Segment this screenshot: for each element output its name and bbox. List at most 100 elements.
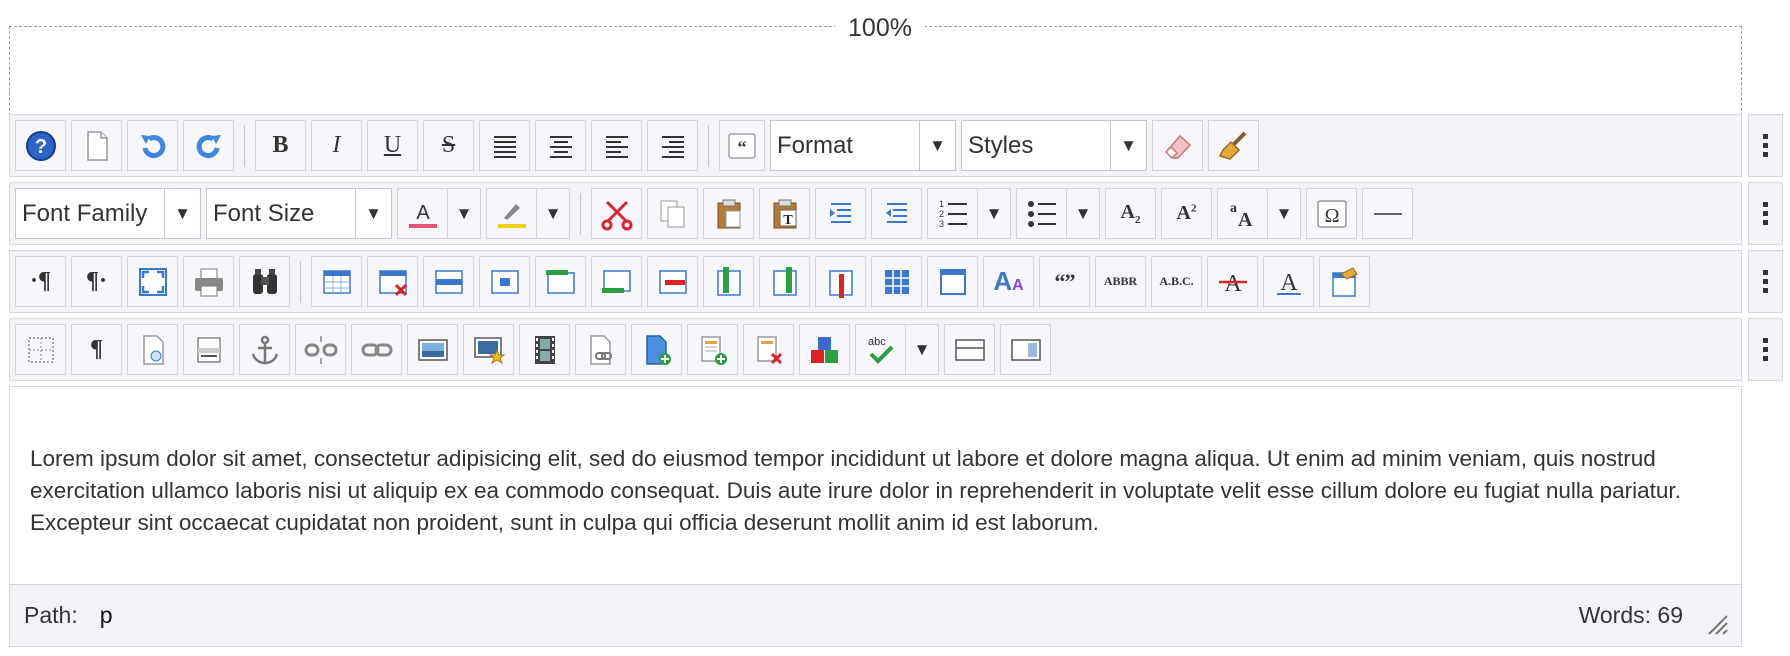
chevron-down-icon[interactable]: ▼ [905,325,938,374]
image-manager-icon [473,336,505,364]
toolbar-2-more-button[interactable] [1748,182,1783,245]
insert-file-button[interactable] [631,324,682,375]
redo-button[interactable] [183,120,234,171]
cut-button[interactable] [591,188,642,239]
path-element[interactable]: p [100,602,113,629]
rtl-button[interactable]: ¶· [71,256,122,307]
toolbar-1-more-button[interactable] [1748,114,1783,177]
sidebar-view-button[interactable] [1000,324,1051,375]
insert-row-after-button[interactable] [591,256,642,307]
highlight-color-button[interactable]: ▼ [486,188,570,239]
italic-button[interactable]: I [311,120,362,171]
link-button[interactable] [351,324,402,375]
paste-text-button[interactable]: T [759,188,810,239]
blockquote-button[interactable]: “ [719,120,765,171]
image-manager-button[interactable] [463,324,514,375]
chevron-down-icon[interactable]: ▼ [1267,189,1300,238]
chevron-down-icon[interactable]: ▼ [977,189,1010,238]
new-document-button[interactable] [71,120,122,171]
row-properties-button[interactable] [423,256,474,307]
undo-icon [140,134,165,158]
resize-handle-icon[interactable] [1705,612,1729,636]
acronym-button[interactable]: A.B.C. [1151,256,1202,307]
indent-button[interactable] [815,188,866,239]
ltr-button[interactable]: ·¶ [15,256,66,307]
undo-button[interactable] [127,120,178,171]
sidebar-icon [1010,338,1041,361]
delete-column-button[interactable] [815,256,866,307]
numbered-list-button[interactable]: 1 2 3 ▼ [927,188,1011,239]
insert-column-after-button[interactable] [759,256,810,307]
cleanup-button[interactable] [1208,120,1259,171]
cite-button[interactable]: “” [1039,256,1090,307]
styles-props-button[interactable]: AA [983,256,1034,307]
font-family-dropdown[interactable]: Font Family ▼ [15,188,201,239]
delete-row-button[interactable] [647,256,698,307]
split-cells-button[interactable] [871,256,922,307]
editor-content[interactable]: Lorem ipsum dolor sit amet, consectetur … [9,386,1742,584]
word-count: Words: 69 [1578,602,1683,628]
attributes-button[interactable] [1319,256,1370,307]
align-justify-button[interactable] [479,120,530,171]
deletion-button[interactable]: A [1207,256,1258,307]
merge-cells-button[interactable] [927,256,978,307]
case-change-button[interactable]: a A ▼ [1217,188,1301,239]
visual-aid-button[interactable] [15,324,66,375]
align-left-button[interactable] [591,120,642,171]
widgets-button[interactable] [799,324,850,375]
page-break-button[interactable] [183,324,234,375]
show-blocks-button[interactable]: ¶ [71,324,122,375]
fullscreen-button[interactable] [127,256,178,307]
table-button[interactable] [311,256,362,307]
insert-snippet-button[interactable] [687,324,738,375]
chevron-down-icon[interactable]: ▼ [447,189,480,238]
delete-table-button[interactable] [367,256,418,307]
file-link-button[interactable] [575,324,626,375]
media-button[interactable] [519,324,570,375]
image-button[interactable] [407,324,458,375]
anchor-button[interactable] [239,324,290,375]
superscript-button[interactable]: A2 [1161,188,1212,239]
copy-button[interactable] [647,188,698,239]
align-center-button[interactable] [535,120,586,171]
insert-row-before-button[interactable] [535,256,586,307]
bullet-list-button[interactable]: ▼ [1016,188,1100,239]
horizontal-rule-button[interactable] [1362,188,1413,239]
insertion-button[interactable]: A [1263,256,1314,307]
template-button[interactable] [127,324,178,375]
cell-properties-button[interactable] [479,256,530,307]
strikethrough-button[interactable]: S [423,120,474,171]
outdent-button[interactable] [871,188,922,239]
toolbar-3-more-button[interactable] [1748,250,1783,313]
chevron-down-icon[interactable]: ▼ [1066,189,1099,238]
bold-button[interactable]: B [255,120,306,171]
content-paragraph[interactable]: Lorem ipsum dolor sit amet, consectetur … [30,443,1721,539]
special-character-button[interactable]: Ω [1306,188,1357,239]
search-button[interactable] [239,256,290,307]
abbreviation-button[interactable]: ABBR [1095,256,1146,307]
insert-column-before-button[interactable] [703,256,754,307]
dot [1763,356,1768,361]
split-cells-icon [884,269,909,294]
format-dropdown[interactable]: Format ▼ [770,120,956,171]
font-color-button[interactable]: A ▼ [397,188,481,239]
paste-button[interactable] [703,188,754,239]
svg-text:Ω: Ω [1324,205,1339,227]
svg-text:A: A [1224,271,1242,297]
underline-button[interactable]: U [367,120,418,171]
styles-dropdown[interactable]: Styles ▼ [961,120,1147,171]
spellcheck-button[interactable]: abc ▼ [855,324,939,375]
align-justify-icon [493,135,516,158]
table-icon [322,269,351,294]
remove-format-button[interactable] [1152,120,1203,171]
chevron-down-icon[interactable]: ▼ [536,189,569,238]
toolbar-4-more-button[interactable] [1748,318,1783,381]
unlink-button[interactable] [295,324,346,375]
font-size-dropdown[interactable]: Font Size ▼ [206,188,392,239]
delete-snippet-button[interactable] [743,324,794,375]
split-view-button[interactable] [944,324,995,375]
subscript-button[interactable]: A2 [1105,188,1156,239]
help-button[interactable]: ? [15,120,66,171]
print-button[interactable] [183,256,234,307]
align-right-button[interactable] [647,120,698,171]
